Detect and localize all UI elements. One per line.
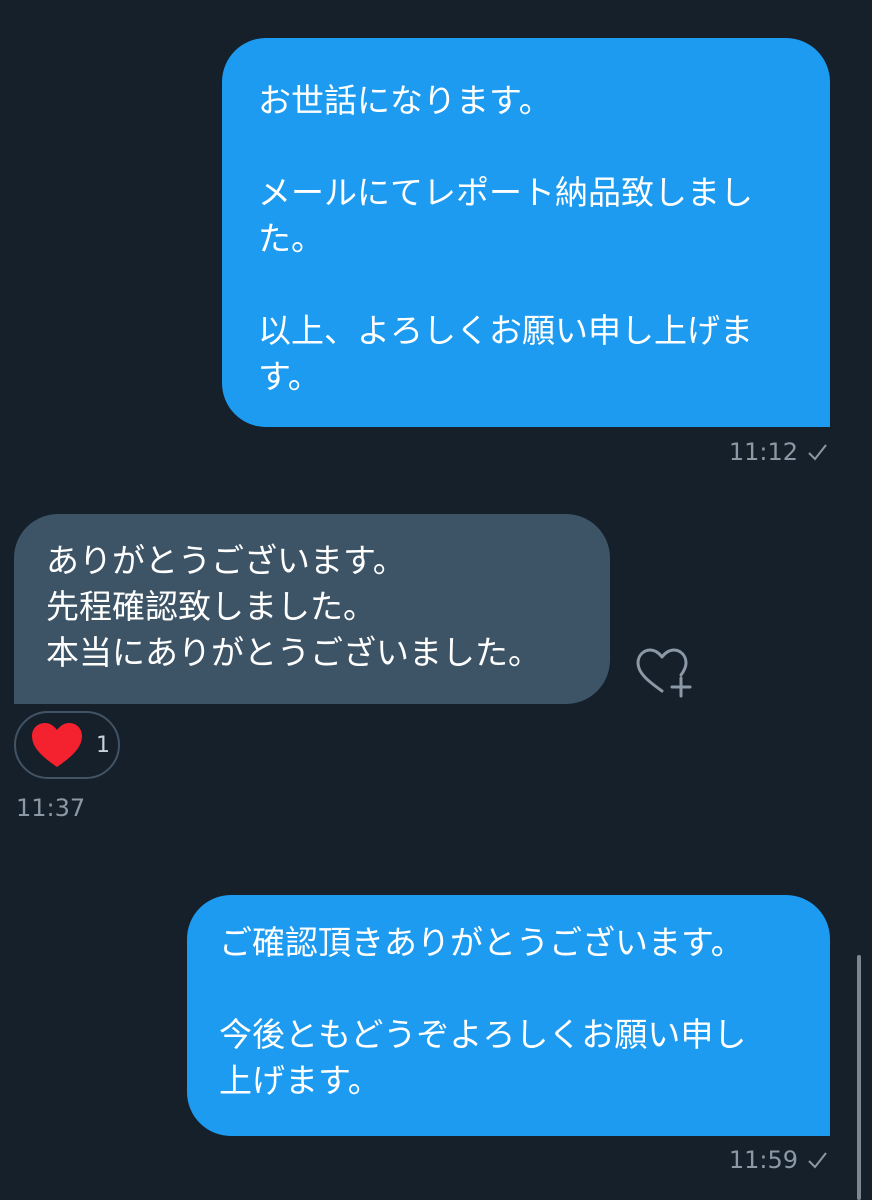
red-heart-icon <box>32 723 82 767</box>
reaction-pill[interactable]: 1 <box>14 711 120 779</box>
add-reaction-button[interactable] <box>634 645 694 701</box>
message-meta: 11:12 <box>729 438 828 466</box>
sent-message-bubble[interactable]: お世話になります。 メールにてレポート納品致しまし た。 以上、よろしくお願い申… <box>222 38 830 427</box>
scrollbar[interactable] <box>857 955 861 1200</box>
reaction-count: 1 <box>96 732 110 758</box>
received-message-bubble[interactable]: ありがとうございます。 先程確認致しました。 本当にありがとうございました。 <box>14 514 610 704</box>
message-timestamp: 11:37 <box>16 794 86 822</box>
message-timestamp: 11:59 <box>728 1146 798 1174</box>
dm-conversation: お世話になります。 メールにてレポート納品致しまし た。 以上、よろしくお願い申… <box>0 0 872 1200</box>
message-meta: 11:37 <box>16 794 85 822</box>
message-timestamp: 11:12 <box>728 438 798 466</box>
check-icon <box>808 1152 827 1169</box>
check-icon <box>808 444 827 461</box>
heart-plus-icon <box>636 648 692 698</box>
sent-message-bubble[interactable]: ご確認頂きありがとうございます。 今後ともどうぞよろしくお願い申し 上げます。 <box>187 895 830 1136</box>
message-meta: 11:59 <box>729 1146 828 1174</box>
